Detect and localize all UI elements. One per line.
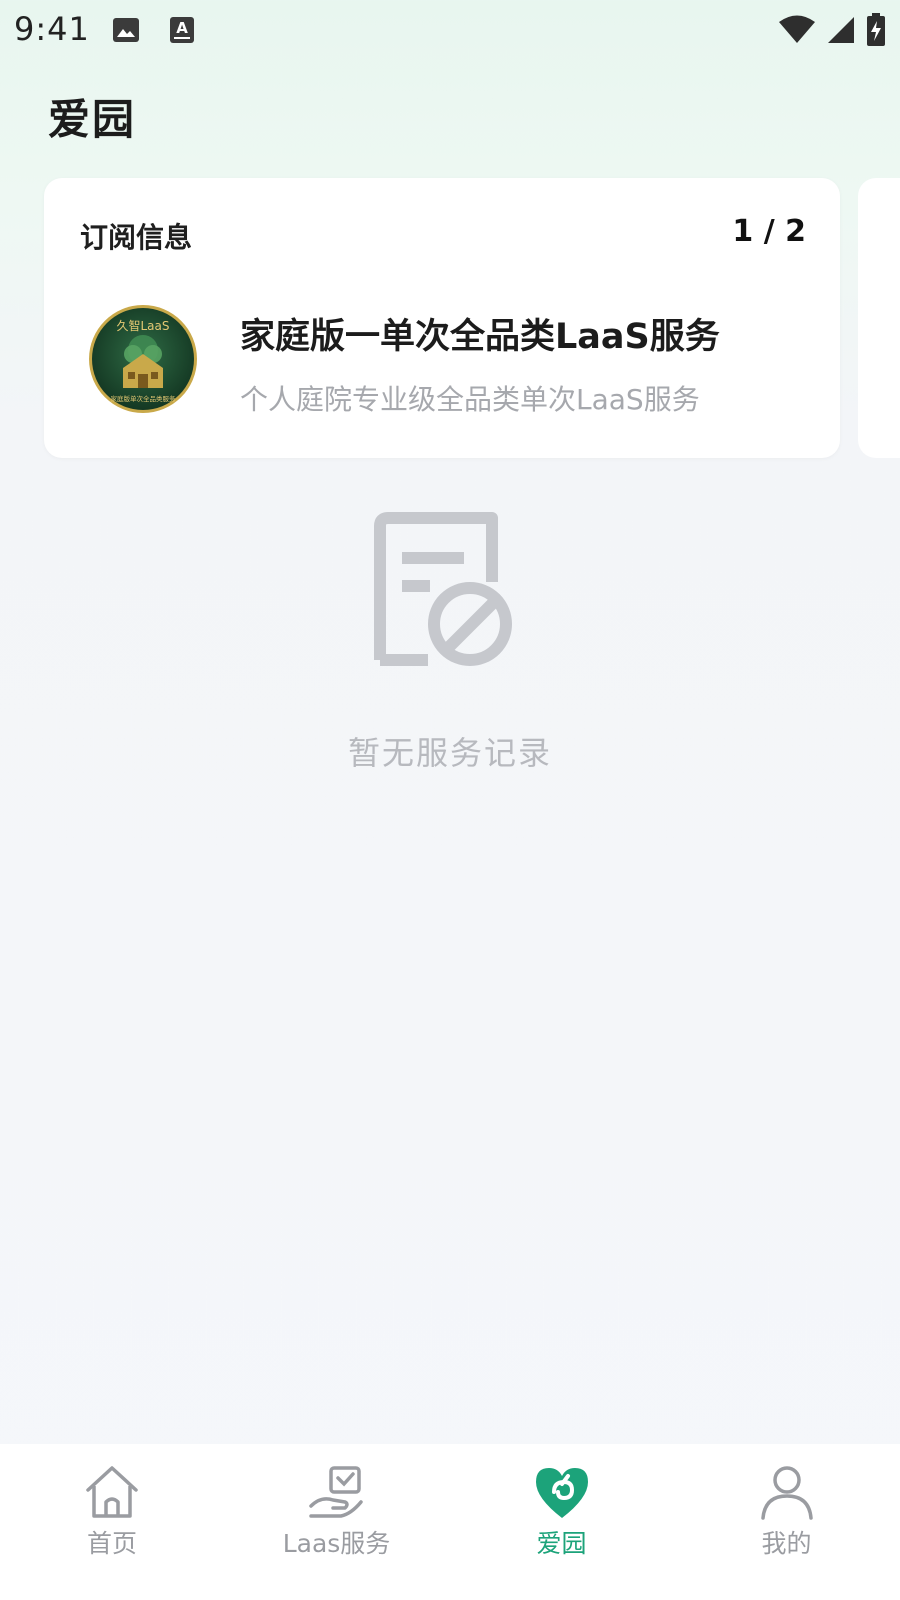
bottom-nav: 首页 Laas服务 爱园 我的 (0, 1444, 900, 1600)
cell-signal-icon (828, 17, 854, 43)
no-records-icon (374, 512, 512, 666)
nav-item-home[interactable]: 首页 (0, 1444, 224, 1600)
home-icon (86, 1466, 138, 1518)
status-icons (778, 12, 886, 48)
service-desc: 个人庭院专业级全品类单次LaaS服务 (240, 383, 700, 416)
wifi-icon (779, 15, 815, 43)
keyboard-notification-icon: A (170, 17, 194, 43)
nav-label-garden: 爱园 (536, 1529, 587, 1558)
subscription-card[interactable]: 订阅信息 1 / 2 久智LaaS 家庭版单次全品类服务 家庭版一单次全品类La… (44, 178, 840, 458)
nav-item-garden[interactable]: 爱园 (449, 1444, 674, 1600)
battery-charging-icon (867, 13, 885, 46)
nav-item-profile[interactable]: 我的 (674, 1444, 899, 1600)
service-hand-icon (308, 1466, 363, 1518)
subscription-card-title: 订阅信息 (80, 221, 193, 254)
image-notification-icon (113, 18, 139, 42)
status-time: 9:41 (14, 10, 90, 48)
nav-label-profile: 我的 (761, 1529, 812, 1558)
status-bar: 9:41 A (0, 0, 900, 62)
service-name: 家庭版一单次全品类LaaS服务 (240, 317, 720, 357)
nav-label-laas-service: Laas服务 (282, 1529, 391, 1558)
empty-state-text: 暂无服务记录 (347, 734, 552, 772)
next-card-peek[interactable] (858, 178, 900, 458)
heart-garden-icon (535, 1468, 588, 1518)
logo-sub-text: 家庭版单次全品类服务 (111, 394, 177, 403)
logo-brand-text: 久智LaaS (116, 318, 169, 333)
card-pager: 1 / 2 (732, 214, 806, 249)
nav-label-home: 首页 (86, 1529, 137, 1558)
nav-item-laas-service[interactable]: Laas服务 (224, 1444, 449, 1600)
svg-text:A: A (176, 19, 188, 37)
service-logo: 久智LaaS 家庭版单次全品类服务 (89, 305, 197, 413)
page-title: 爱园 (48, 95, 137, 144)
profile-icon (760, 1466, 813, 1520)
